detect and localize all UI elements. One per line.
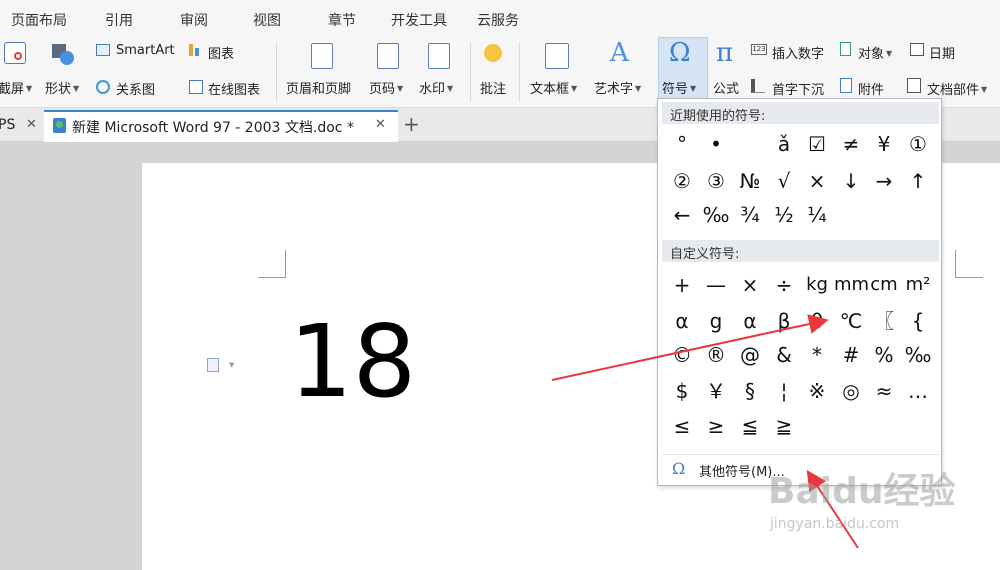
watermark-url: jingyan.baidu.com (770, 516, 900, 532)
red-arrow-to-celsius (551, 314, 829, 381)
watermark-brand: Baidu经验 (768, 471, 956, 512)
baidu-watermark: Baidu经验 jingyan.baidu.com (768, 462, 968, 552)
